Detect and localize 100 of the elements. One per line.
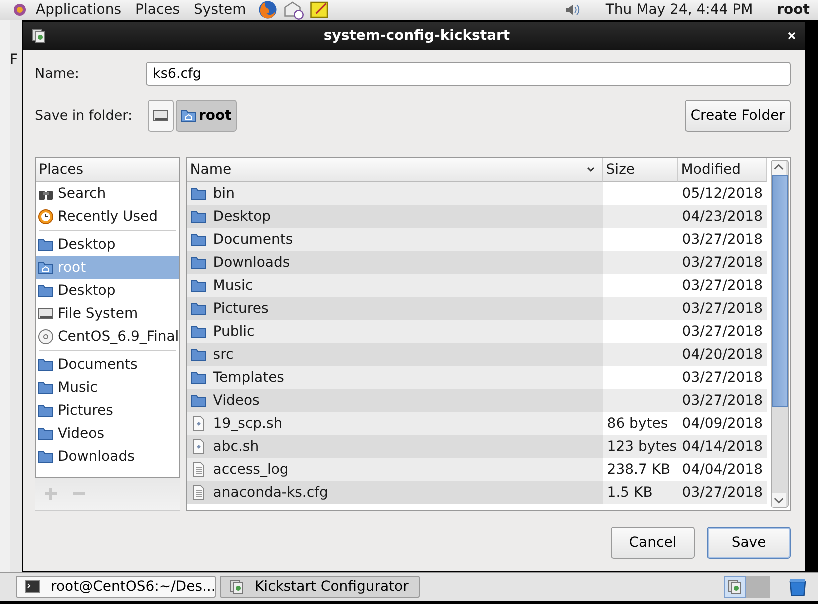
folder-icon bbox=[38, 448, 54, 464]
place-item[interactable]: Desktop bbox=[36, 233, 180, 256]
text-file-icon bbox=[191, 462, 208, 478]
file-name-cell[interactable]: Downloads bbox=[187, 251, 604, 274]
panel-menu[interactable]: System bbox=[192, 2, 252, 18]
dialog-button[interactable]: Save bbox=[707, 527, 791, 559]
folder-label: Save in folder: bbox=[35, 108, 134, 124]
scroll-down-icon[interactable] bbox=[772, 493, 786, 507]
folder-icon bbox=[38, 236, 54, 252]
taskbar-button[interactable]: root@CentOS6:~/Des... bbox=[16, 576, 216, 598]
folder-icon bbox=[191, 346, 208, 362]
folder-icon bbox=[38, 380, 54, 396]
table-cell-text: 04/20/2018 bbox=[681, 346, 764, 364]
table-cell-text: 04/04/2018 bbox=[681, 460, 764, 480]
disc-icon bbox=[38, 328, 54, 344]
text-file-icon bbox=[191, 484, 208, 500]
file-name-cell[interactable]: Documents bbox=[187, 228, 604, 251]
mail-clock-icon[interactable] bbox=[284, 0, 304, 20]
file-name-cell[interactable]: src bbox=[187, 343, 604, 366]
table-row[interactable]: abc.sh 123 bytes 04/14/2018 bbox=[187, 435, 767, 458]
workspace-switcher[interactable] bbox=[724, 576, 770, 598]
table-cell-text: 03/27/2018 bbox=[681, 300, 764, 318]
file-name-cell[interactable]: Music bbox=[187, 274, 604, 297]
file-name-cell[interactable]: Desktop bbox=[187, 205, 604, 228]
place-item[interactable]: Recently Used bbox=[36, 205, 180, 228]
folder-icon bbox=[38, 426, 54, 442]
place-item[interactable]: File System bbox=[36, 302, 180, 325]
table-cell-text: 03/27/2018 bbox=[681, 254, 764, 272]
table-cell-text: 03/27/2018 bbox=[681, 368, 764, 388]
table-cell-text: 03/27/2018 bbox=[681, 484, 764, 502]
column-header[interactable]: Places bbox=[36, 158, 180, 182]
file-name-cell[interactable]: Templates bbox=[187, 366, 604, 389]
column-header[interactable]: Name bbox=[187, 158, 604, 182]
close-icon[interactable] bbox=[787, 31, 797, 41]
name-field[interactable]: ks6.cfg bbox=[146, 62, 791, 86]
dialog-button[interactable]: Cancel bbox=[611, 527, 695, 559]
table-cell-text: 123 bytes bbox=[606, 438, 678, 456]
folder-icon bbox=[38, 402, 54, 418]
table-cell-text: 238.7 KB bbox=[606, 460, 672, 480]
folder-icon bbox=[191, 370, 208, 386]
taskbar-button[interactable]: Kickstart Configurator bbox=[220, 576, 420, 598]
clock[interactable]: Thu May 24, 4:44 PM bbox=[606, 2, 754, 18]
place-item[interactable]: Desktop bbox=[36, 279, 180, 302]
table-row[interactable]: Downloads 03/27/2018 bbox=[187, 251, 767, 274]
distro-logo-icon[interactable] bbox=[12, 2, 28, 18]
app-icon bbox=[724, 576, 746, 598]
table-row[interactable]: anaconda-ks.cfg 1.5 KB 03/27/2018 bbox=[187, 481, 767, 504]
table-cell-text: 1.5 KB bbox=[606, 484, 654, 502]
column-header[interactable]: Size bbox=[603, 158, 678, 182]
app-icon bbox=[31, 28, 47, 44]
app-icon bbox=[229, 579, 245, 595]
folder-icon bbox=[191, 324, 208, 340]
clock-icon bbox=[38, 208, 54, 224]
home-folder-icon bbox=[181, 108, 197, 124]
folder-icon bbox=[191, 300, 208, 316]
scroll-up-icon[interactable] bbox=[772, 161, 786, 175]
place-item[interactable]: Downloads bbox=[36, 445, 180, 468]
folder-icon bbox=[191, 208, 208, 224]
file-name-cell[interactable]: 19_scp.sh bbox=[187, 412, 604, 435]
place-item[interactable]: Search bbox=[36, 182, 180, 205]
trash-icon[interactable] bbox=[788, 577, 808, 597]
table-row[interactable]: Videos 03/27/2018 bbox=[187, 389, 767, 412]
file-name-cell[interactable]: Videos bbox=[187, 389, 604, 412]
table-cell-text: 03/27/2018 bbox=[681, 392, 764, 410]
place-item[interactable]: Documents bbox=[36, 353, 180, 376]
table-cell-text: 04/23/2018 bbox=[681, 208, 764, 226]
folder-icon bbox=[191, 254, 208, 270]
folder-icon bbox=[191, 186, 208, 202]
user-menu[interactable]: root bbox=[777, 2, 810, 18]
file-name-cell[interactable]: Pictures bbox=[187, 297, 604, 320]
name-label: Name: bbox=[35, 66, 80, 82]
table-row[interactable]: src 04/20/2018 bbox=[187, 343, 767, 366]
path-button[interactable] bbox=[148, 100, 174, 132]
path-button[interactable]: root bbox=[176, 100, 237, 132]
folder-icon bbox=[191, 278, 208, 294]
volume-icon[interactable] bbox=[564, 2, 580, 18]
file-name-cell[interactable]: access_log bbox=[187, 458, 604, 481]
panel-menu[interactable]: Applications bbox=[34, 2, 128, 18]
file-name-cell[interactable]: abc.sh bbox=[187, 435, 604, 458]
table-cell-text: 03/27/2018 bbox=[681, 230, 764, 250]
file-name-cell[interactable]: anaconda-ks.cfg bbox=[187, 481, 604, 504]
place-item[interactable]: Videos bbox=[36, 422, 180, 445]
browser-icon[interactable] bbox=[258, 0, 278, 20]
file-name-cell[interactable]: bin bbox=[187, 182, 604, 205]
column-header[interactable]: Modified bbox=[678, 158, 767, 182]
scrollbar[interactable] bbox=[771, 160, 789, 508]
place-item[interactable]: Music bbox=[36, 376, 180, 399]
folder-icon bbox=[38, 282, 54, 298]
panel-menu[interactable]: Places bbox=[134, 2, 186, 18]
create-folder-button[interactable]: Create Folder bbox=[684, 100, 791, 132]
script-file-icon bbox=[191, 438, 208, 454]
home-folder-icon bbox=[38, 260, 54, 276]
place-item[interactable]: Pictures bbox=[36, 399, 180, 422]
place-item[interactable]: CentOS_6.9_Final bbox=[36, 325, 180, 348]
notes-icon[interactable] bbox=[310, 0, 330, 20]
file-name-cell[interactable]: Public bbox=[187, 320, 604, 343]
table-cell-text: 86 bytes bbox=[606, 414, 670, 434]
table-row[interactable]: Desktop 04/23/2018 bbox=[187, 205, 767, 228]
script-file-icon bbox=[191, 416, 208, 432]
table-row[interactable]: Pictures 03/27/2018 bbox=[187, 297, 767, 320]
